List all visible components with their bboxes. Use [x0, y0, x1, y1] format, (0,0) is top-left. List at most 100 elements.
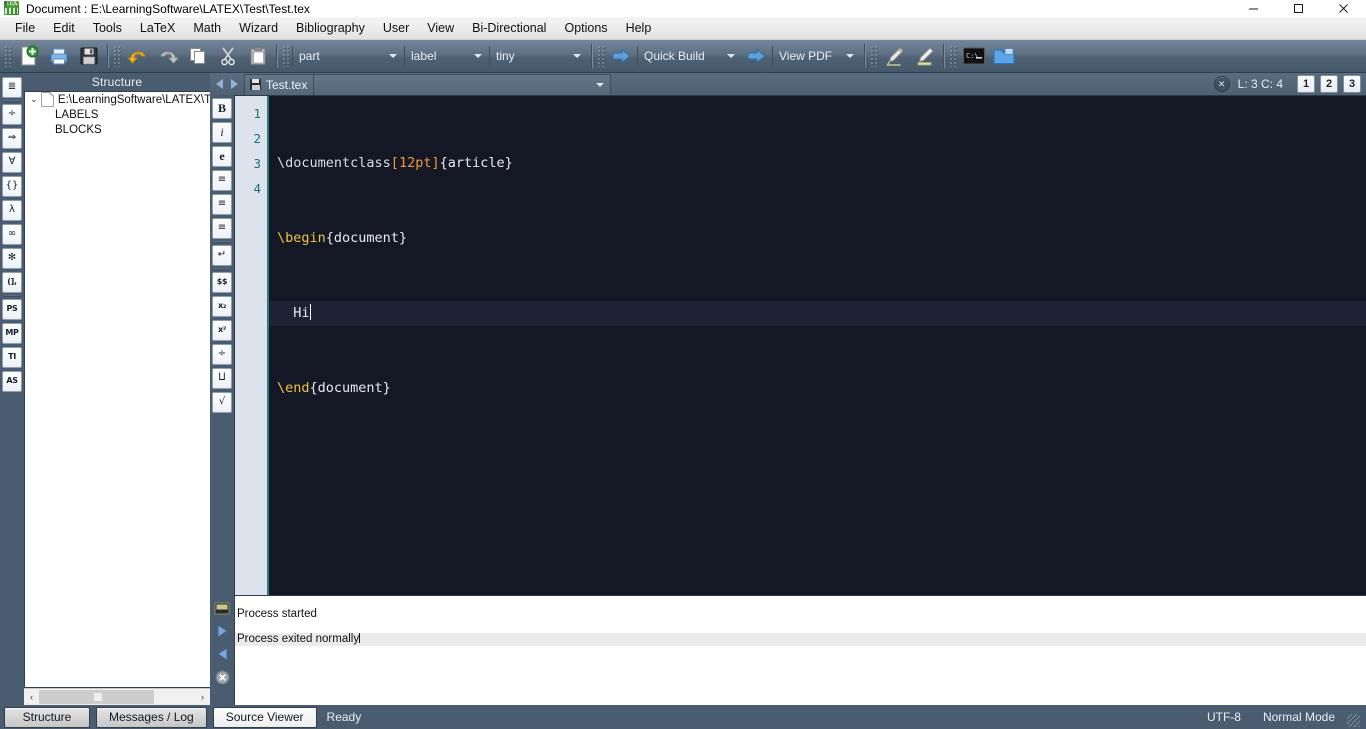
code-line[interactable]: \documentclass[12pt]{article}: [269, 151, 1366, 176]
encoding-indicator[interactable]: UTF-8: [1207, 710, 1241, 724]
build-action-select[interactable]: Quick Build: [637, 46, 742, 66]
menu-wizard[interactable]: Wizard: [230, 18, 287, 38]
forall-icon[interactable]: ∀: [2, 151, 22, 173]
align-left-icon[interactable]: ≡: [212, 169, 232, 191]
resize-grip-icon[interactable]: [1347, 713, 1360, 727]
previous-error-button[interactable]: [213, 644, 231, 664]
close-log-button[interactable]: [213, 667, 231, 687]
scroll-left-button[interactable]: ‹: [24, 690, 39, 704]
tree-item-labels[interactable]: LABELS: [25, 107, 210, 122]
menu-math[interactable]: Math: [184, 18, 230, 38]
list-environment-icon[interactable]: ≣: [2, 76, 22, 98]
menu-view[interactable]: View: [418, 18, 463, 38]
close-tab-button[interactable]: ✕: [1213, 76, 1230, 92]
open-document-button[interactable]: [44, 42, 74, 70]
structure-level-select[interactable]: part: [292, 46, 404, 66]
infinity-icon[interactable]: ∞: [2, 223, 22, 245]
toolbar-grip[interactable]: [597, 45, 605, 67]
code-line[interactable]: \begin{document}: [269, 226, 1366, 251]
braces-icon[interactable]: {}: [2, 175, 22, 197]
delimiters-icon[interactable]: (],: [2, 271, 22, 293]
math-mode-icon[interactable]: $$: [212, 271, 232, 293]
folder-open-icon[interactable]: [989, 42, 1019, 70]
log-line-selected[interactable]: Process exited normally: [235, 633, 1366, 646]
menu-file[interactable]: File: [6, 18, 44, 38]
panel-button-source-viewer[interactable]: Source Viewer: [212, 706, 317, 728]
structure-tree[interactable]: ⌄ E:\LearningSoftware\LATEX\T LABELS BLO…: [24, 91, 210, 688]
structure-horizontal-scrollbar[interactable]: ‹ ›: [24, 688, 210, 705]
fraction-icon[interactable]: ÷: [212, 343, 232, 365]
save-document-button[interactable]: [74, 42, 104, 70]
code-line[interactable]: \end{document}: [269, 376, 1366, 401]
menu-bibliography[interactable]: Bibliography: [287, 18, 374, 38]
menu-bi-directional[interactable]: Bi-Directional: [463, 18, 555, 38]
reference-type-select[interactable]: label: [404, 46, 489, 66]
minimize-icon[interactable]: [1231, 0, 1276, 17]
log-output[interactable]: Process started Process exited normally: [234, 595, 1366, 705]
toolbar-grip[interactable]: [949, 45, 957, 67]
code-editor[interactable]: 1 2 3 4 \documentclass[12pt]{article} \b…: [234, 95, 1366, 595]
superscript-icon[interactable]: x²: [212, 319, 232, 341]
terminal-icon[interactable]: C:\: [959, 42, 989, 70]
new-document-button[interactable]: [14, 42, 44, 70]
tab-list-dropdown[interactable]: [314, 73, 612, 95]
division-icon[interactable]: ÷: [2, 103, 22, 125]
lambda-icon[interactable]: λ: [2, 199, 22, 221]
scrollbar-track[interactable]: [39, 690, 195, 704]
align-center-icon[interactable]: ≡: [212, 193, 232, 215]
subscript-icon[interactable]: x₂: [212, 295, 232, 317]
menu-latex[interactable]: LaTeX: [131, 18, 184, 38]
tree-item-blocks[interactable]: BLOCKS: [25, 122, 210, 137]
tab-test-tex[interactable]: Test.tex: [244, 73, 315, 95]
metapost-icon[interactable]: MP: [2, 322, 22, 344]
toolbar-grip[interactable]: [4, 45, 12, 67]
postscript-icon[interactable]: PS: [2, 298, 22, 320]
copy-button[interactable]: [183, 42, 213, 70]
view-button-3[interactable]: 3: [1343, 75, 1361, 93]
align-right-icon[interactable]: ≡: [212, 217, 232, 239]
toolbar-grip[interactable]: [282, 45, 290, 67]
chevron-down-icon[interactable]: ⌄: [27, 94, 41, 105]
tikz-icon[interactable]: TI: [2, 346, 22, 368]
view-run-button[interactable]: [742, 42, 772, 70]
scrollbar-thumb[interactable]: [39, 690, 155, 704]
maximize-icon[interactable]: [1276, 0, 1321, 17]
dfraction-icon[interactable]: ⨿: [212, 367, 232, 389]
editor-mode-indicator[interactable]: Normal Mode: [1263, 710, 1335, 724]
panel-button-messages-log[interactable]: Messages / Log: [96, 706, 207, 728]
asterisk-icon[interactable]: ✻: [2, 247, 22, 269]
build-run-button[interactable]: [607, 42, 637, 70]
menu-user[interactable]: User: [374, 18, 418, 38]
paste-button[interactable]: [243, 42, 273, 70]
terminal-icon[interactable]: [213, 598, 231, 618]
close-icon[interactable]: [1321, 0, 1366, 17]
highlighter-icon[interactable]: [910, 42, 940, 70]
implies-arrow-icon[interactable]: ⇒: [2, 127, 22, 149]
menu-edit[interactable]: Edit: [44, 18, 84, 38]
menu-options[interactable]: Options: [555, 18, 616, 38]
pencil-icon[interactable]: [880, 42, 910, 70]
next-error-button[interactable]: [213, 621, 231, 641]
font-size-select[interactable]: tiny: [489, 46, 588, 66]
tree-item-document[interactable]: ⌄ E:\LearningSoftware\LATEX\T: [25, 92, 210, 107]
log-line[interactable]: Process started: [235, 608, 1366, 621]
asymptote-icon[interactable]: AS: [2, 370, 22, 392]
toolbar-grip[interactable]: [870, 45, 878, 67]
code-text-area[interactable]: \documentclass[12pt]{article} \begin{doc…: [269, 96, 1366, 595]
menu-tools[interactable]: Tools: [84, 18, 131, 38]
emphasis-icon[interactable]: e: [212, 145, 232, 167]
menu-help[interactable]: Help: [617, 18, 661, 38]
view-button-2[interactable]: 2: [1320, 75, 1338, 93]
code-line-active[interactable]: Hi: [269, 301, 1366, 326]
nav-forward-icon[interactable]: [227, 75, 242, 93]
scroll-right-button[interactable]: ›: [195, 690, 210, 704]
square-root-icon[interactable]: √: [212, 391, 232, 413]
view-button-1[interactable]: 1: [1297, 75, 1315, 93]
undo-button[interactable]: [123, 42, 153, 70]
panel-button-structure[interactable]: Structure: [4, 706, 90, 728]
view-action-select[interactable]: View PDF: [772, 46, 861, 66]
toolbar-grip[interactable]: [113, 45, 121, 67]
nav-back-icon[interactable]: [212, 75, 227, 93]
bold-icon[interactable]: B: [212, 97, 232, 119]
newline-icon[interactable]: ↵: [212, 244, 232, 266]
